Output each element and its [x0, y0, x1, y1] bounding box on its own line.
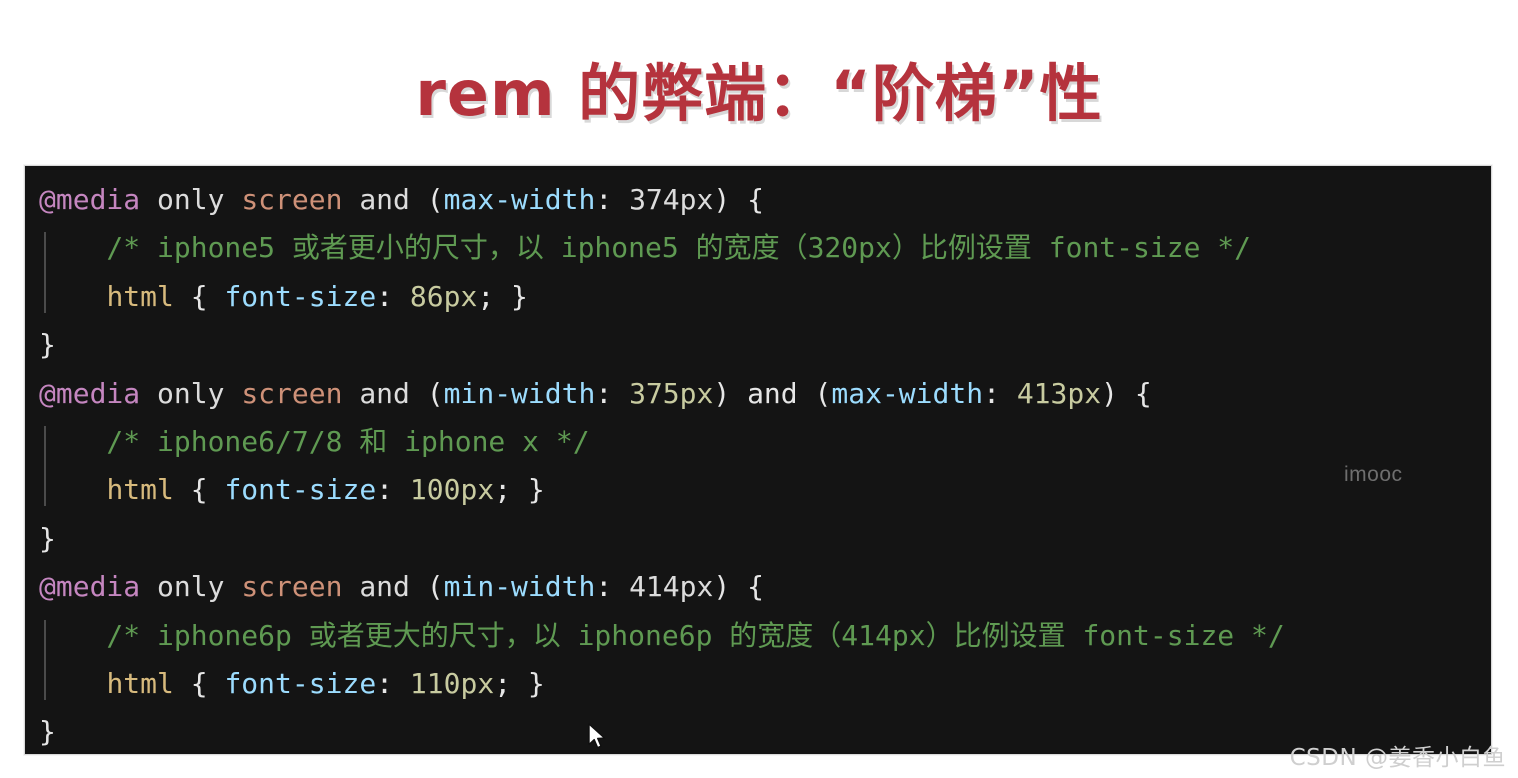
code-token: 86px: [409, 279, 478, 313]
code-token: 413px: [1016, 376, 1102, 410]
code-line: }: [25, 515, 1491, 563]
code-token: and: [342, 183, 427, 216]
code-token: only: [140, 376, 242, 410]
code-token: and: [342, 376, 427, 410]
code-token: @media: [39, 376, 141, 410]
code-token: html: [106, 279, 174, 313]
code-token: (: [426, 570, 444, 604]
code-token: :: [376, 666, 410, 700]
code-line: html { font-size: 86px; }: [25, 268, 1491, 321]
code-line: }: [25, 708, 1491, 754]
code-line: @media only screen and (min-width: 375px…: [25, 370, 1491, 418]
code-token: (: [426, 183, 444, 216]
code-token: (: [426, 376, 444, 410]
code-lines-container: @media only screen and (max-width: 374px…: [25, 166, 1491, 754]
code-token: 375px: [629, 376, 714, 410]
code-token: ; }: [494, 473, 545, 507]
code-token: :: [595, 183, 630, 216]
code-token: font-size: [224, 473, 377, 507]
code-token: only: [140, 570, 242, 604]
code-token: html: [106, 473, 174, 507]
code-token: min-width: [443, 376, 596, 410]
page-title: rem 的弊端：“阶梯”性: [415, 56, 1103, 130]
code-line: /* iphone6p 或者更大的尺寸，以 iphone6p 的宽度（414px…: [25, 612, 1491, 664]
code-token: }: [39, 328, 56, 362]
code-token: ) {: [713, 570, 764, 604]
code-token: }: [39, 715, 56, 749]
code-token: screen: [241, 570, 343, 604]
code-token: /* iphone6p 或者更大的尺寸，以 iphone6p 的宽度（414px…: [39, 618, 1285, 652]
code-token: ; }: [477, 279, 528, 313]
code-token: ) and (: [713, 376, 832, 410]
code-token: screen: [241, 376, 343, 410]
code-token: {: [173, 279, 225, 313]
code-token: font-size: [224, 279, 377, 313]
code-line: /* iphone6/7/8 和 iphone x */: [25, 418, 1491, 471]
code-token: @media: [39, 183, 141, 216]
code-token: html: [106, 666, 174, 700]
imooc-watermark: imooc: [1344, 463, 1403, 486]
code-line: /* iphone5 或者更小的尺寸，以 iphone5 的宽度（320px）比…: [25, 224, 1491, 277]
code-token: min-width: [443, 570, 596, 604]
code-line: html { font-size: 100px; }: [25, 462, 1491, 514]
code-token: font-size: [224, 666, 377, 700]
code-token: /* iphone5 或者更小的尺寸，以 iphone5 的宽度（320px）比…: [39, 231, 1252, 265]
code-line: }: [25, 321, 1491, 369]
code-token: screen: [241, 183, 343, 216]
code-token: {: [173, 666, 225, 700]
code-token: max-width: [443, 183, 596, 216]
code-token: @media: [39, 570, 141, 604]
code-token: ) {: [713, 183, 764, 216]
code-line: html { font-size: 110px; }: [25, 655, 1491, 708]
code-token: :: [595, 570, 630, 604]
code-token: max-width: [831, 376, 984, 410]
code-token: 414px: [629, 570, 714, 604]
code-token: /* iphone6/7/8 和 iphone x */: [39, 424, 590, 458]
code-token: ; }: [494, 666, 545, 700]
code-token: 100px: [409, 473, 495, 507]
code-token: :: [983, 376, 1017, 410]
code-token: and: [342, 570, 427, 604]
code-token: {: [173, 473, 225, 507]
csdn-watermark: CSDN @姜香小白鱼: [1289, 745, 1506, 771]
code-token: ) {: [1101, 376, 1152, 410]
code-token: :: [376, 279, 410, 313]
code-token: :: [376, 473, 410, 507]
code-token: :: [595, 376, 630, 410]
code-token: }: [39, 521, 56, 555]
code-token: 374px: [629, 183, 714, 216]
code-token: 110px: [409, 666, 495, 700]
code-block: @media only screen and (max-width: 374px…: [24, 165, 1492, 755]
code-line: @media only screen and (max-width: 374px…: [25, 176, 1491, 224]
code-line: @media only screen and (min-width: 414px…: [25, 563, 1491, 611]
code-token: only: [140, 183, 242, 216]
